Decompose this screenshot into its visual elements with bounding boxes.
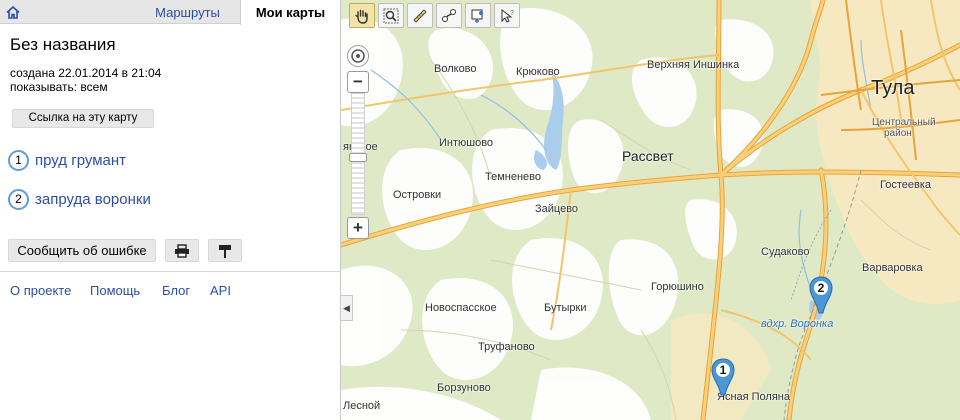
app-root: Маршруты Мои карты Без названия создана … — [0, 0, 960, 420]
locate-button[interactable] — [347, 45, 369, 67]
plus-icon: + — [353, 218, 363, 237]
map-link-button[interactable]: Ссылка на эту карту — [12, 109, 154, 128]
point-number: 2 — [8, 189, 29, 210]
zoom-control: − + — [347, 45, 369, 240]
point-item[interactable]: 2 запруда воронки — [8, 189, 151, 210]
place-label: Верхняя Иншинка — [647, 59, 740, 71]
district-label-line: район — [884, 128, 912, 139]
ruler-tool-button[interactable] — [407, 3, 433, 28]
point-item[interactable]: 1 пруд грумант — [8, 150, 126, 171]
place-label: Темненево — [485, 171, 542, 183]
help-link[interactable]: Помощь — [90, 283, 140, 298]
add-object-tool-button[interactable] — [465, 3, 491, 28]
place-label: Борзуново — [437, 382, 491, 394]
place-label: Гостеевка — [880, 179, 932, 191]
place-label: Труфаново — [478, 341, 535, 353]
place-label: Интюшово — [439, 137, 494, 149]
point-label[interactable]: пруд грумант — [35, 152, 126, 169]
point-label[interactable]: запруда воронки — [35, 191, 151, 208]
place-label: Бутырки — [544, 302, 587, 314]
place-label: Новоспасское — [425, 302, 497, 314]
cursor-question-icon: ? — [501, 8, 514, 23]
svg-text:?: ? — [510, 10, 514, 17]
blog-link[interactable]: Блог — [162, 283, 190, 298]
place-label: Островки — [393, 189, 442, 201]
map-view[interactable]: Волково Крюково Верхняя Иншинка Тула Цен… — [341, 0, 960, 420]
tab-routes[interactable]: Маршруты — [140, 0, 235, 25]
minus-icon: − — [353, 72, 363, 91]
side-panel: Маршруты Мои карты Без названия создана … — [0, 0, 341, 420]
divider — [0, 271, 340, 272]
home-icon — [6, 5, 20, 19]
home-button[interactable] — [0, 0, 26, 24]
print-button[interactable] — [165, 239, 199, 262]
compass-icon — [351, 49, 365, 63]
zoom-out-button[interactable]: − — [347, 71, 369, 93]
district-label: Центральный район — [872, 117, 936, 139]
route-icon — [442, 8, 456, 22]
feedback-tool-button[interactable]: ? — [494, 3, 520, 28]
magnifier-icon — [383, 8, 399, 23]
map-marker[interactable]: 2 — [809, 276, 833, 314]
place-label: Зайцево — [535, 203, 579, 215]
hand-icon — [355, 9, 368, 24]
place-label: Рассвет — [622, 148, 674, 164]
place-label: Крюково — [516, 66, 560, 78]
place-label: Горюшино — [651, 281, 704, 293]
map-toolbar: ? — [349, 3, 520, 28]
ruler-icon — [413, 8, 427, 23]
zoom-area-tool-button[interactable] — [378, 3, 404, 28]
zoom-in-button[interactable]: + — [347, 217, 369, 239]
report-error-button[interactable]: Сообщить об ошибке — [8, 239, 156, 262]
route-tool-button[interactable] — [436, 3, 462, 28]
created-date: создана 22.01.2014 в 21:04 — [10, 66, 162, 80]
marker-number: 2 — [817, 281, 825, 295]
city-label: Тула — [871, 77, 915, 99]
printer-icon — [175, 243, 189, 258]
signpost-icon — [219, 245, 231, 258]
drag-tool-button[interactable] — [349, 3, 375, 28]
tab-bar: Маршруты Мои карты — [0, 0, 340, 25]
water-label: вдхр. Воронка — [761, 318, 834, 330]
place-label: Волково — [434, 63, 477, 75]
map-edit-icon — [471, 9, 483, 23]
point-number: 1 — [8, 150, 29, 171]
zoom-slider-thumb[interactable] — [349, 153, 367, 162]
map-marker[interactable]: 1 — [711, 358, 735, 396]
api-link[interactable]: API — [210, 283, 231, 298]
about-link[interactable]: О проекте — [10, 283, 71, 298]
map-title: Без названия — [10, 35, 116, 54]
marker-number: 1 — [719, 363, 727, 377]
place-label: Лесной — [343, 400, 381, 412]
place-label: Варваровка — [862, 262, 923, 274]
district-label-line: Центральный — [872, 117, 936, 128]
tab-my-maps[interactable]: Мои карты — [240, 0, 340, 25]
place-label: Судаково — [761, 246, 810, 258]
collapse-panel-button[interactable]: ◀ — [341, 295, 353, 321]
chevron-left-icon: ◀ — [343, 303, 350, 313]
signpost-button[interactable] — [208, 239, 242, 262]
visibility-setting: показывать: всем — [10, 80, 108, 94]
